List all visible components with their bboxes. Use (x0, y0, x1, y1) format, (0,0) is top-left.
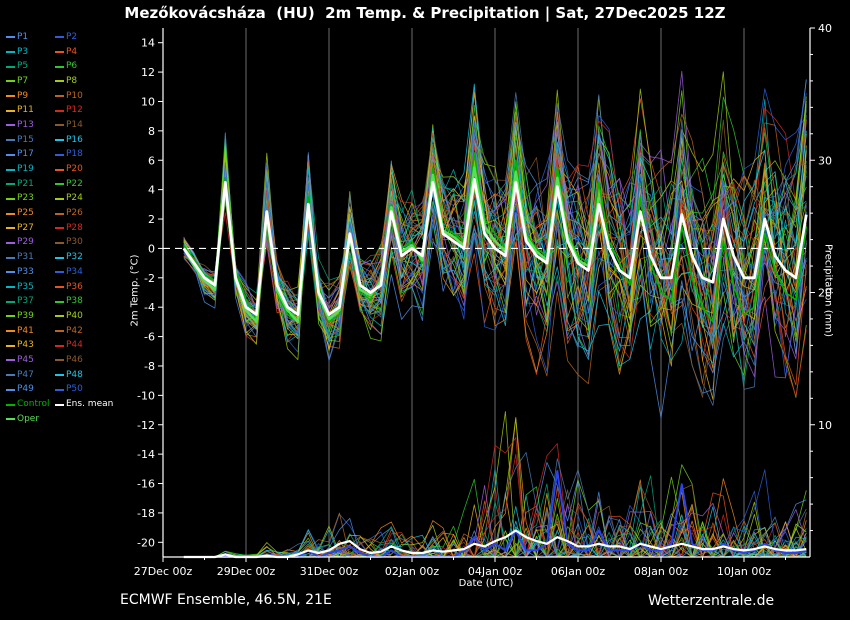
svg-text:-8: -8 (144, 360, 155, 373)
svg-text:29Dec 00z: 29Dec 00z (217, 565, 276, 578)
svg-text:10Jan 00z: 10Jan 00z (717, 565, 771, 578)
svg-text:-20: -20 (137, 536, 155, 549)
svg-text:40: 40 (818, 22, 832, 35)
svg-text:12: 12 (141, 66, 155, 79)
svg-text:10: 10 (818, 419, 832, 432)
svg-text:4: 4 (148, 184, 155, 197)
svg-text:2: 2 (148, 213, 155, 226)
svg-text:30: 30 (818, 154, 832, 167)
footer-brand: Wetterzentrale.de (648, 593, 774, 609)
y-axis-label-left: 2m Temp. (°C) (130, 181, 141, 401)
svg-text:8: 8 (148, 125, 155, 138)
weather-chart-canvas: Mezőkovácsháza (HU) 2m Temp. & Precipita… (0, 0, 850, 620)
x-axis-label: Date (UTC) (386, 578, 586, 589)
svg-text:27Dec 00z: 27Dec 00z (134, 565, 193, 578)
svg-text:31Dec 00z: 31Dec 00z (300, 565, 359, 578)
y-axis-label-right: Precipitation (mm) (823, 181, 834, 401)
svg-text:6: 6 (148, 154, 155, 167)
svg-text:-12: -12 (137, 419, 155, 432)
svg-text:-18: -18 (137, 507, 155, 520)
svg-text:0: 0 (148, 242, 155, 255)
svg-text:14: 14 (141, 37, 155, 50)
footer-model-info: ECMWF Ensemble, 46.5N, 21E (120, 592, 332, 608)
svg-text:-14: -14 (137, 448, 155, 461)
svg-text:-6: -6 (144, 331, 155, 344)
svg-text:10: 10 (141, 95, 155, 108)
svg-text:-4: -4 (144, 301, 155, 314)
svg-text:04Jan 00z: 04Jan 00z (468, 565, 522, 578)
svg-text:-16: -16 (137, 478, 155, 491)
svg-text:08Jan 00z: 08Jan 00z (634, 565, 688, 578)
svg-text:02Jan 00z: 02Jan 00z (385, 565, 439, 578)
date-axis-ticks: 27Dec 00z 29Dec 00z 31Dec 00z 02Jan 00z 04Ja… (134, 557, 786, 578)
svg-text:-2: -2 (144, 272, 155, 285)
temp-axis-ticks: 14121086420-2-4-6-8-10-12-14-16-18-20 (137, 37, 163, 550)
svg-text:06Jan 00z: 06Jan 00z (551, 565, 605, 578)
plot-area: 14121086420-2-4-6-8-10-12-14-16-18-20403… (0, 0, 850, 620)
